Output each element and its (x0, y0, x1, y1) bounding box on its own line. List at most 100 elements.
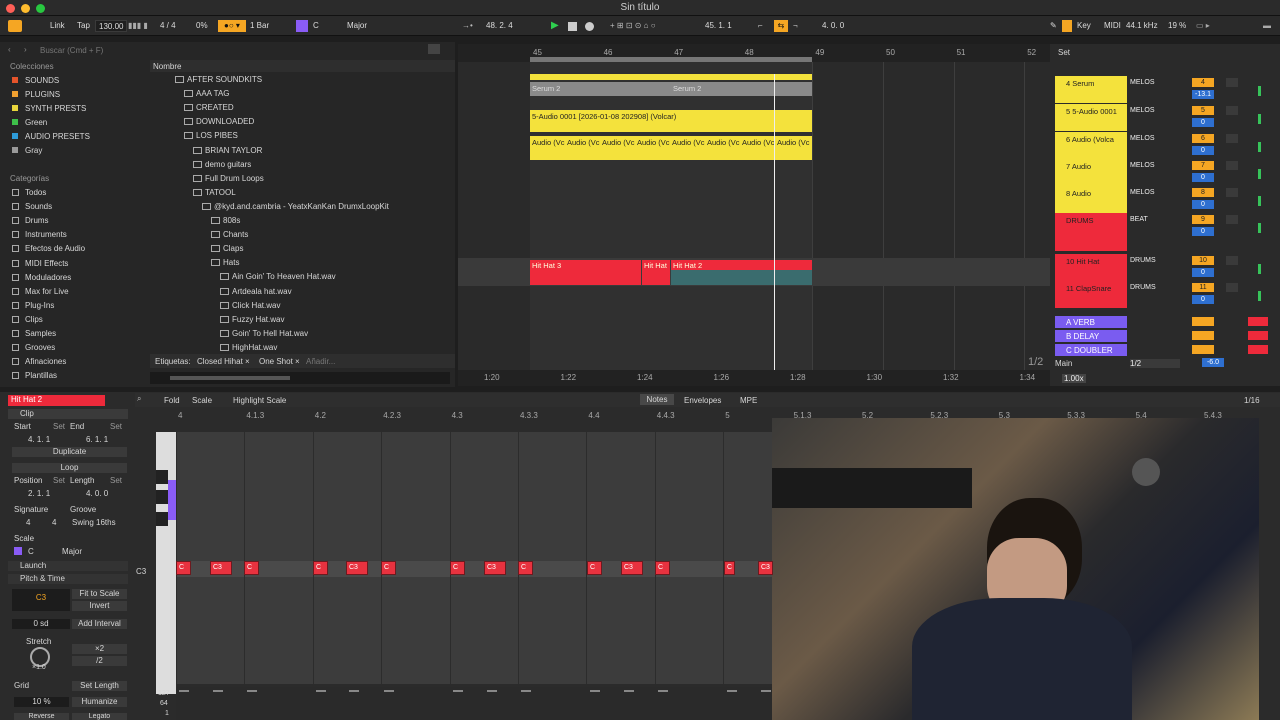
track-volume-field[interactable]: 0 (1192, 146, 1214, 155)
key-scale-icon[interactable] (296, 20, 308, 32)
duplicate-button[interactable]: Duplicate (12, 447, 127, 457)
browser-folder-item[interactable]: BRIAN TAYLOR (205, 146, 262, 155)
track-route-select[interactable]: DRUMS (1130, 257, 1156, 264)
semitone-field[interactable]: 0 sd (12, 619, 70, 629)
return-send-button[interactable] (1192, 331, 1214, 340)
browser-folder-item[interactable]: AFTER SOUNDKITS (187, 75, 262, 84)
note-grid[interactable] (176, 432, 776, 684)
reverse-button[interactable]: Reverse (14, 713, 69, 720)
category-item[interactable]: Afinaciones (25, 357, 66, 366)
signature-denominator[interactable]: 4 (52, 518, 56, 527)
category-item[interactable]: Moduladores (25, 273, 71, 282)
punch-in-icon[interactable]: ⌐ (758, 20, 763, 32)
filter-icon[interactable] (428, 44, 440, 54)
browser-folder-item[interactable]: @kyd.and.cambria - YeatxKanKan DrumxLoop… (214, 202, 389, 211)
solo-button[interactable] (1226, 161, 1238, 170)
velocity-marker[interactable] (624, 690, 634, 692)
collection-item[interactable]: SOUNDS (25, 76, 59, 85)
invert-button[interactable]: Invert (72, 601, 127, 611)
fold-button[interactable]: Fold (164, 396, 180, 405)
play-button[interactable]: ▶ (551, 20, 559, 32)
groove-select[interactable]: Swing 16ths (72, 518, 116, 527)
track-volume-field[interactable]: 0 (1192, 227, 1214, 236)
tap-button[interactable]: Tap (77, 20, 90, 32)
midi-note[interactable]: C (244, 561, 259, 575)
solo-button[interactable] (1226, 134, 1238, 143)
velocity-marker[interactable] (727, 690, 737, 692)
category-item[interactable]: Plantillas (25, 371, 57, 380)
metronome-button[interactable]: ●○ ▾ (218, 20, 246, 32)
track-route-select[interactable]: MELOS (1130, 79, 1155, 86)
track-route-select[interactable]: MELOS (1130, 135, 1155, 142)
position-value[interactable]: 2. 1. 1 (28, 489, 50, 498)
track-volume-field[interactable]: 0 (1192, 173, 1214, 182)
collection-item[interactable]: AUDIO PRESETS (25, 132, 90, 141)
humanize-amount-field[interactable]: 10 % (14, 697, 69, 707)
key-scale-select[interactable]: Major (347, 20, 367, 32)
solo-button[interactable] (1226, 106, 1238, 115)
collection-item[interactable]: Green (25, 118, 47, 127)
live-logo-icon[interactable] (8, 20, 22, 32)
track-route-select[interactable]: BEAT (1130, 216, 1148, 223)
velocity-lane[interactable] (176, 687, 776, 720)
length-set-button[interactable]: Set (110, 476, 122, 485)
loop-button[interactable]: Loop (12, 463, 127, 473)
browser-folder-item[interactable]: TATOOL (205, 188, 236, 197)
pencil-icon[interactable] (1062, 20, 1072, 32)
midi-note[interactable]: C (381, 561, 396, 575)
tab-notes[interactable]: Notes (640, 394, 674, 405)
fit-to-scale-button[interactable]: Fit to Scale (72, 589, 127, 599)
browser-folder-item[interactable]: Chants (223, 230, 248, 239)
black-key[interactable] (156, 470, 168, 484)
track-number-button[interactable]: 6 (1192, 134, 1214, 143)
solo-button[interactable] (1226, 256, 1238, 265)
set-button[interactable]: Set (1058, 48, 1070, 57)
pitch-time-section[interactable]: Pitch & Time (8, 574, 128, 584)
humanize-button[interactable]: Humanize (72, 697, 127, 707)
track-number-button[interactable]: 7 (1192, 161, 1214, 170)
clip-tab[interactable]: Clip (8, 409, 128, 419)
black-key[interactable] (156, 490, 168, 504)
return-post-button[interactable] (1248, 317, 1268, 326)
track-route-select[interactable]: MELOS (1130, 107, 1155, 114)
draw-mode-icon[interactable]: ✎ (1050, 20, 1057, 32)
track-route-select[interactable]: MELOS (1130, 162, 1155, 169)
clip-hit-hat-mid[interactable]: Hit Hat (642, 260, 670, 285)
category-item[interactable]: MIDI Effects (25, 259, 68, 268)
meter-field[interactable]: 4 / 4 (160, 20, 176, 32)
track-volume-field[interactable]: 0 (1192, 118, 1214, 127)
velocity-marker[interactable] (179, 690, 189, 692)
midi-note[interactable]: C3 (210, 561, 232, 575)
browser-folder-item[interactable]: 808s (223, 216, 240, 225)
nudge-icon[interactable]: ▮▮▮ ▮ (128, 20, 148, 32)
clip-hit-hat-3[interactable]: Hit Hat 3 (530, 260, 641, 285)
browser-file-item[interactable]: Ain Goin' To Heaven Hat.wav (232, 272, 336, 281)
midi-note[interactable]: C (450, 561, 465, 575)
return-post-button[interactable] (1248, 331, 1268, 340)
search-input[interactable]: Buscar (Cmd + F) (40, 46, 420, 56)
browser-folder-item[interactable]: Claps (223, 244, 243, 253)
search-icon[interactable]: ⌕ (137, 394, 141, 404)
browser-folder-item[interactable]: demo guitars (205, 160, 251, 169)
preview-waveform[interactable] (150, 372, 450, 384)
tab-envelopes[interactable]: Envelopes (684, 396, 721, 405)
velocity-marker[interactable] (761, 690, 771, 692)
main-route-select[interactable]: 1/2 (1130, 359, 1180, 368)
halve-button[interactable]: /2 (72, 656, 127, 666)
midi-note[interactable]: C3 (758, 561, 773, 575)
category-item[interactable]: Samples (25, 329, 56, 338)
forward-icon[interactable]: › (24, 45, 27, 54)
scale-root-select[interactable]: C (28, 547, 34, 556)
punch-out-icon[interactable]: ¬ (793, 20, 798, 32)
midi-note[interactable]: C (313, 561, 328, 575)
category-item[interactable]: Grooves (25, 343, 55, 352)
midi-note[interactable]: C3 (346, 561, 368, 575)
song-position-field[interactable]: 48. 2. 4 (486, 20, 546, 32)
solo-button[interactable] (1226, 283, 1238, 292)
browser-file-item[interactable]: Fuzzy Hat.wav (232, 315, 284, 324)
velocity-marker[interactable] (453, 690, 463, 692)
velocity-marker[interactable] (384, 690, 394, 692)
clip-name-field[interactable]: Hit Hat 2 (8, 395, 105, 406)
clip-audio-small-row[interactable]: Audio (Vc Audio (Vc Audio (Vc Audio (Vc Audi… (530, 136, 812, 160)
clip-hit-hat-2[interactable]: Hit Hat 2 (671, 260, 812, 285)
